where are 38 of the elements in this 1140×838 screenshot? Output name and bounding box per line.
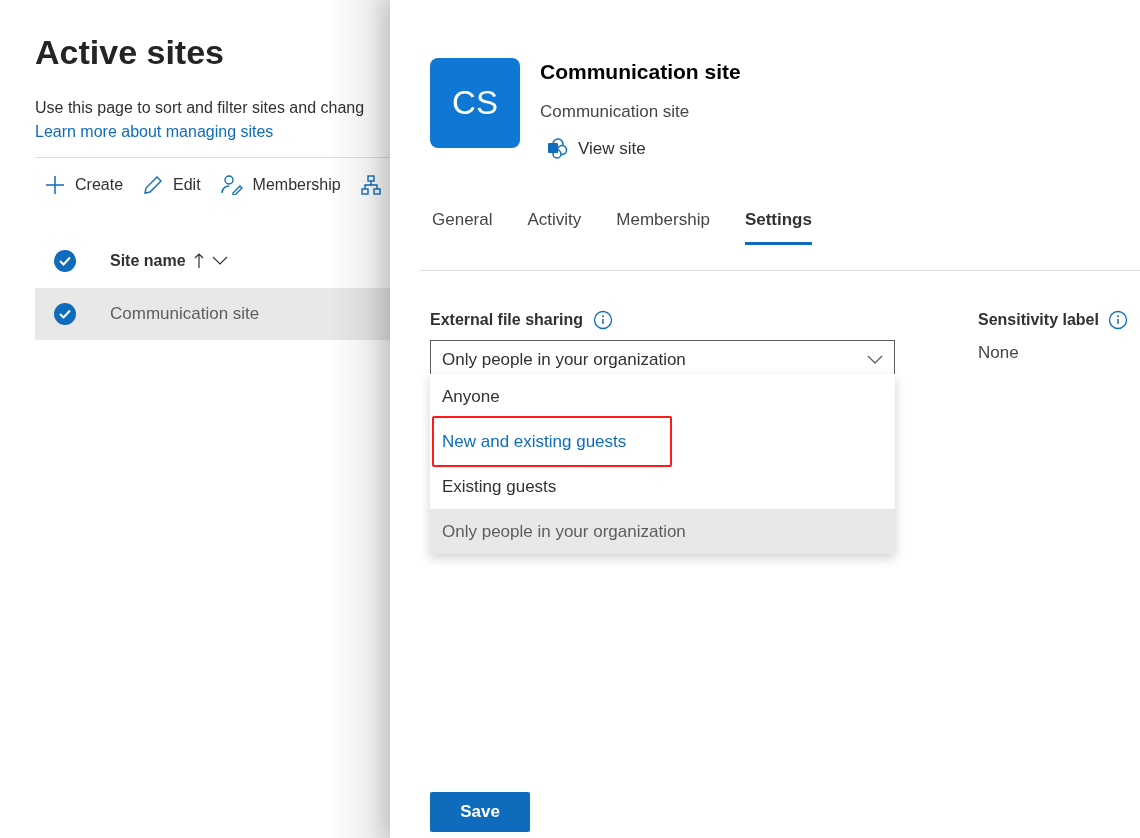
- person-edit-icon: [220, 175, 243, 195]
- sharepoint-icon: [547, 138, 568, 160]
- save-button[interactable]: Save: [430, 792, 530, 832]
- check-icon: [59, 256, 71, 266]
- toolbar-button[interactable]: Create: [45, 173, 124, 197]
- field-value: None: [978, 342, 1020, 364]
- dropdown-option[interactable]: New and existing guests: [430, 419, 895, 464]
- table-row[interactable]: Communication site: [35, 288, 390, 340]
- view-site-link[interactable]: View site: [547, 136, 646, 162]
- chevron-down-icon: [211, 256, 228, 266]
- tab[interactable]: General: [432, 206, 493, 245]
- toolbar-button[interactable]: Membership: [220, 173, 341, 197]
- tab[interactable]: Activity: [527, 206, 582, 245]
- site-subtitle: Communication site: [540, 101, 691, 123]
- checkbox[interactable]: [54, 250, 76, 272]
- pencil-icon: [143, 175, 164, 195]
- site-title: Communication site: [540, 59, 741, 85]
- info-icon[interactable]: [1107, 310, 1128, 330]
- field-label: External file sharing: [430, 310, 583, 330]
- page-description: Use this page to sort and filter sites and chang: [35, 98, 366, 118]
- check-icon: [59, 309, 71, 319]
- dropdown-option[interactable]: Existing guests: [430, 464, 895, 509]
- hierarchy-icon[interactable]: [360, 175, 381, 195]
- learn-more-link[interactable]: Learn more about managing sites: [35, 120, 274, 144]
- plus-icon: [45, 175, 65, 195]
- dropdown-option[interactable]: Only people in your organization: [430, 509, 895, 554]
- field-label: Sensitivity label: [978, 310, 1099, 330]
- toolbar-button[interactable]: Edit: [143, 173, 201, 197]
- tab[interactable]: Membership: [616, 206, 710, 245]
- page-title: Active sites: [35, 32, 225, 73]
- checkbox[interactable]: [54, 303, 76, 325]
- table-cell-text: Communication site: [110, 303, 261, 326]
- tab[interactable]: Settings: [744, 206, 812, 245]
- column-header[interactable]: Site name: [110, 249, 385, 273]
- sort-up-icon: [193, 253, 204, 269]
- info-icon[interactable]: [592, 310, 613, 330]
- chevron-down-icon: [867, 355, 883, 365]
- site-avatar: CS: [430, 58, 520, 148]
